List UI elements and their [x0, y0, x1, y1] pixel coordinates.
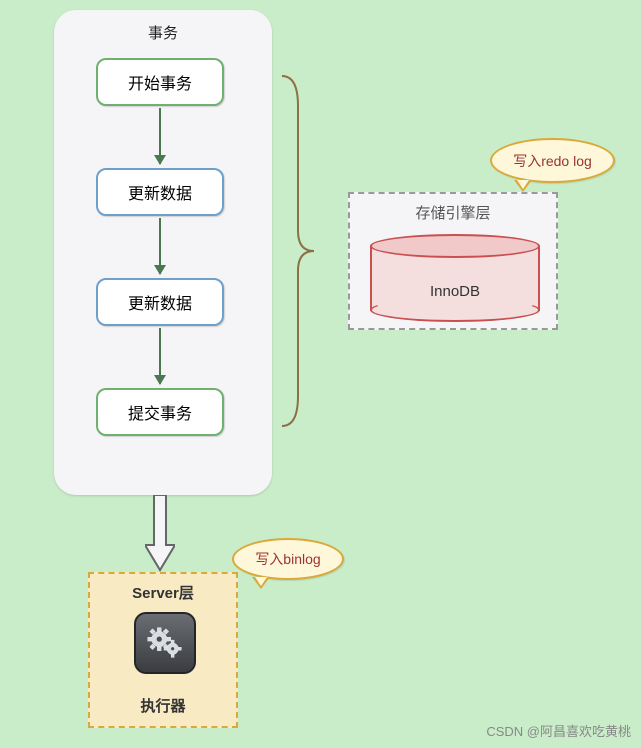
arrow-2 — [159, 218, 161, 274]
storage-title: 存储引擎层 — [350, 202, 556, 223]
bubble-binlog-text: 写入binlog — [255, 549, 320, 569]
panel-title: 事务 — [54, 10, 272, 43]
server-title: Server层 — [90, 582, 236, 603]
arrow-1 — [159, 108, 161, 164]
step-update-2: 更新数据 — [96, 278, 224, 326]
step-update-1: 更新数据 — [96, 168, 224, 216]
bubble-redolog: 写入redo log — [490, 138, 615, 183]
curly-brace — [280, 76, 316, 426]
cylinder-innodb: InnoDB — [370, 234, 540, 322]
arrow-3 — [159, 328, 161, 384]
watermark: CSDN @阿昌喜欢吃黄桃 — [486, 721, 631, 740]
bubble-binlog: 写入binlog — [232, 538, 344, 580]
server-layer-panel: Server层 — [88, 572, 238, 728]
bubble-redolog-text: 写入redo log — [513, 151, 592, 171]
step-commit-transaction: 提交事务 — [96, 388, 224, 436]
gear-icon — [134, 612, 196, 674]
cylinder-label: InnoDB — [370, 283, 540, 300]
big-arrow-down — [145, 495, 175, 572]
storage-engine-panel: 存储引擎层 InnoDB — [348, 192, 558, 330]
executor-label: 执行器 — [90, 695, 236, 716]
step-begin-transaction: 开始事务 — [96, 58, 224, 106]
